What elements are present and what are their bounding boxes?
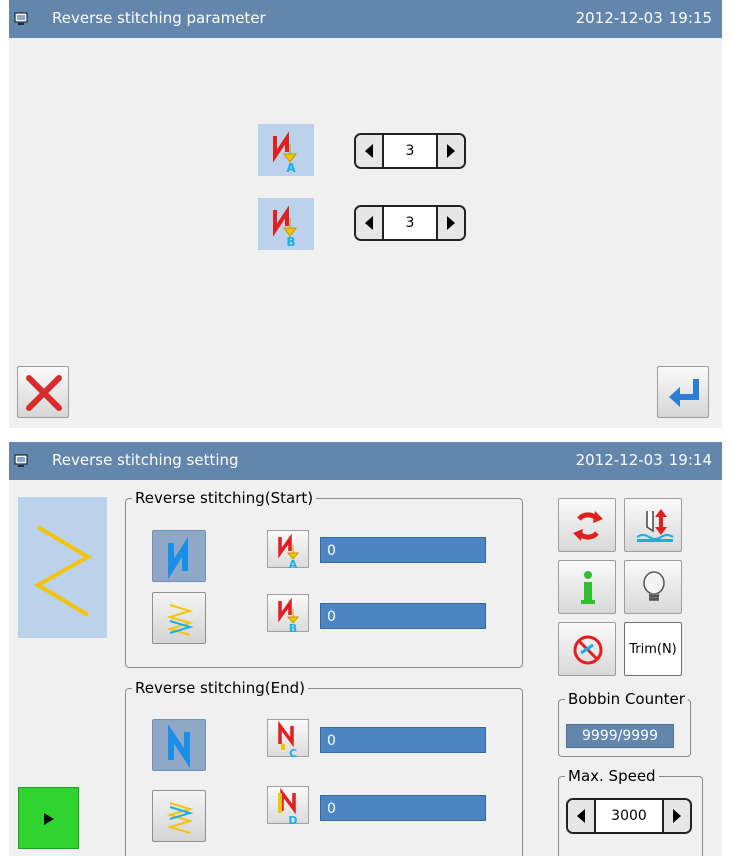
param-screen: Reverse stitching parameter 2012-12-03 19… [9, 0, 722, 428]
bobbin-counter-label: Bobbin Counter [565, 690, 688, 708]
end-mode-zigzag-button[interactable] [152, 790, 206, 842]
end-param-c-value[interactable]: 0 [320, 727, 486, 753]
increment-button[interactable] [662, 800, 690, 832]
param-b-icon-box: B [258, 198, 314, 250]
param-b-value[interactable]: 3 [384, 215, 436, 231]
start-param-a-icon-box[interactable]: A [267, 530, 309, 569]
cancel-icon [26, 375, 62, 411]
info-button[interactable] [558, 560, 616, 614]
reverse-n-icon [168, 724, 190, 768]
stitch-preview [18, 497, 107, 638]
param-a-spinner[interactable]: 3 [354, 133, 466, 169]
arrow-left-icon [365, 144, 373, 158]
start-mode-reverse-button[interactable] [152, 530, 206, 582]
end-mode-reverse-button[interactable] [152, 719, 206, 771]
info-icon [581, 571, 595, 604]
param-a-letter: A [289, 558, 298, 569]
arrow-right-icon [673, 809, 681, 823]
bobbin-counter-value[interactable]: 9999/9999 [566, 724, 674, 748]
play-button[interactable] [18, 787, 79, 849]
zigzag-small-icon [166, 604, 194, 636]
cycle-icon [573, 511, 603, 541]
increment-button[interactable] [436, 135, 464, 167]
arrow-right-icon [447, 144, 455, 158]
start-mode-zigzag-button[interactable] [152, 592, 206, 644]
date: 2012-12-03 [575, 9, 663, 27]
start-group-label: Reverse stitching(Start) [132, 489, 317, 507]
param-a-icon: A [278, 533, 300, 569]
arrow-left-icon [577, 809, 585, 823]
page-title: Reverse stitching parameter [52, 9, 266, 27]
param-a-icon: A [273, 131, 297, 175]
needle-up-icon [636, 509, 674, 542]
no-thread-button[interactable] [558, 622, 616, 676]
arrow-left-icon [365, 216, 373, 230]
enter-icon [669, 379, 699, 407]
end-param-d-value[interactable]: 0 [320, 795, 486, 821]
start-param-b-icon-box[interactable]: B [267, 594, 309, 633]
param-a-icon-box: A [258, 124, 314, 176]
setting-screen: Reverse stitching setting 2012-12-03 19:1… [9, 442, 722, 856]
param-c-letter: C [289, 747, 297, 758]
lightbulb-button[interactable] [624, 560, 682, 614]
cycle-button[interactable] [558, 498, 616, 552]
end-group-label: Reverse stitching(End) [132, 679, 308, 697]
start-param-b-value[interactable]: 0 [320, 603, 486, 629]
enter-button[interactable] [657, 366, 709, 418]
start-param-a-value[interactable]: 0 [320, 537, 486, 563]
param-c-icon: C [278, 720, 297, 758]
needle-up-button[interactable] [624, 498, 682, 552]
max-speed-label: Max. Speed [565, 767, 659, 785]
param-b-icon: B [278, 597, 300, 633]
param-a-value[interactable]: 3 [384, 143, 436, 159]
cancel-button[interactable] [17, 366, 69, 418]
param-b-letter: B [286, 235, 295, 249]
title-bar: Reverse stitching setting 2012-12-03 19:1… [9, 442, 722, 480]
decrement-button[interactable] [568, 800, 596, 832]
reverse-n-icon [168, 536, 188, 580]
zigzag-small-icon [166, 802, 194, 834]
time: 19:15 [668, 9, 712, 27]
monitor-icon [14, 454, 28, 467]
param-d-icon: D [278, 787, 298, 825]
param-b-spinner[interactable]: 3 [354, 205, 466, 241]
param-d-letter: D [288, 814, 297, 825]
trim-button[interactable]: Trim(N) [624, 622, 682, 676]
datetime: 2012-12-03 19:14 [576, 451, 712, 469]
decrement-button[interactable] [356, 207, 384, 239]
param-b-icon: B [273, 205, 297, 249]
play-icon [44, 813, 54, 825]
increment-button[interactable] [436, 207, 464, 239]
decrement-button[interactable] [356, 135, 384, 167]
date: 2012-12-03 [575, 451, 663, 469]
end-param-d-icon-box[interactable]: D [267, 786, 309, 825]
page-title: Reverse stitching setting [52, 451, 239, 469]
arrow-right-icon [447, 216, 455, 230]
param-a-letter: A [286, 161, 296, 175]
time: 19:14 [668, 451, 712, 469]
datetime: 2012-12-03 19:15 [576, 9, 712, 27]
monitor-icon [14, 12, 28, 25]
end-param-c-icon-box[interactable]: C [267, 719, 309, 758]
zigzag-stitch-icon [34, 525, 92, 617]
max-speed-value[interactable]: 3000 [596, 808, 662, 824]
max-speed-spinner[interactable]: 3000 [566, 798, 692, 834]
param-b-letter: B [289, 622, 297, 633]
no-thread-icon [573, 635, 603, 665]
title-bar: Reverse stitching parameter 2012-12-03 19… [9, 0, 722, 38]
lightbulb-icon [643, 571, 665, 601]
